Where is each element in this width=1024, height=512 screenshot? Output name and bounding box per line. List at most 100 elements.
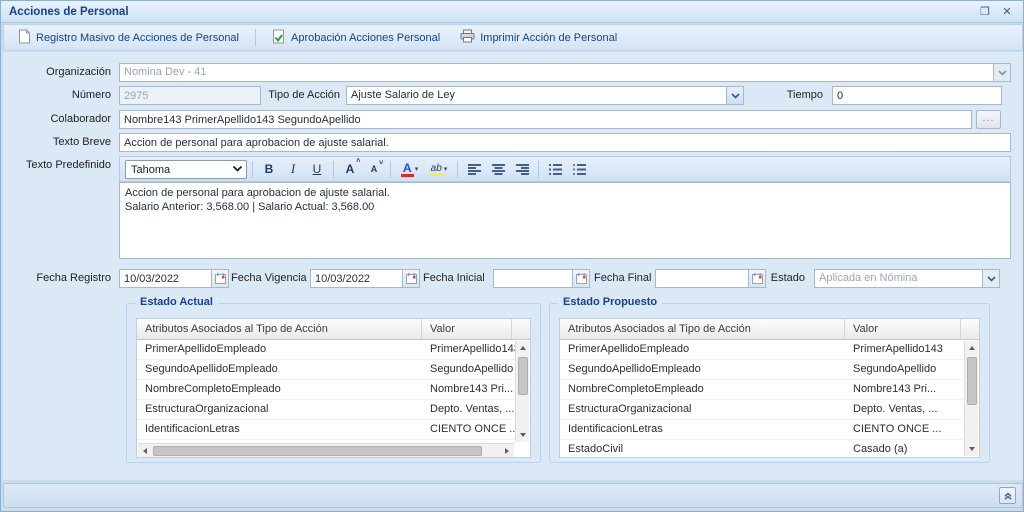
table-row[interactable]: IdentificacionLetras CIENTO ONCE ... <box>560 420 979 440</box>
underline-button[interactable]: U <box>306 159 328 180</box>
printer-icon <box>460 29 475 46</box>
chevron-down-icon <box>232 164 243 176</box>
column-header-spacer <box>961 319 979 339</box>
table-row[interactable]: SegundoApellidoEmpleado SegundoApellido <box>137 360 530 380</box>
editor-line: Salario Anterior: 3,568.00 | Salario Act… <box>125 200 1005 214</box>
fecha-inicial-input[interactable] <box>493 269 573 288</box>
acciones-personal-window: Acciones de Personal ❒ ✕ Registro Masivo… <box>0 0 1024 512</box>
scrollbar-thumb[interactable] <box>153 446 482 456</box>
estado-actual-title: Estado Actual <box>135 296 218 308</box>
fecha-vigencia-label: Fecha Vigencia <box>231 269 307 288</box>
grow-font-button[interactable]: A˄ <box>339 159 361 180</box>
richtext-editor-area[interactable]: Accion de personal para aprobacion de aj… <box>119 182 1011 259</box>
italic-button[interactable]: I <box>282 159 304 180</box>
approve-document-icon <box>272 29 286 47</box>
scroll-down-icon[interactable] <box>965 442 979 456</box>
scroll-up-icon[interactable] <box>516 341 530 355</box>
scroll-left-icon[interactable] <box>138 444 152 458</box>
table-row[interactable]: PrimerApellidoEmpleado PrimerApellido143 <box>560 340 979 360</box>
aprobacion-button[interactable]: Aprobación Acciones Personal <box>264 27 448 48</box>
collapse-panel-button[interactable] <box>999 487 1016 504</box>
estado-combo: Aplicada en Nómina <box>814 269 1000 288</box>
font-family-select[interactable]: Tahoma <box>125 160 247 179</box>
bullet-list-button[interactable] <box>568 159 590 180</box>
vertical-scrollbar[interactable] <box>964 341 978 456</box>
vertical-scrollbar[interactable] <box>515 341 529 442</box>
estado-propuesto-table: Atributos Asociados al Tipo de Acción Va… <box>559 318 980 458</box>
scrollbar-thumb[interactable] <box>967 357 977 405</box>
bold-button[interactable]: B <box>258 159 280 180</box>
editor-separator <box>333 161 334 178</box>
scroll-down-icon[interactable] <box>516 428 530 442</box>
fecha-vigencia-input[interactable] <box>310 269 403 288</box>
fecha-registro-input[interactable] <box>119 269 212 288</box>
fecha-inicial-calendar-button[interactable] <box>572 269 590 288</box>
colaborador-label: Colaborador <box>3 110 111 129</box>
column-header-atributos[interactable]: Atributos Asociados al Tipo de Acción <box>560 319 845 339</box>
font-color-swatch <box>401 174 414 177</box>
tipo-accion-combo[interactable]: Ajuste Salario de Ley <box>346 86 744 105</box>
font-color-button[interactable]: A ▾ <box>396 159 423 180</box>
estado-propuesto-groupbox: Estado Propuesto Atributos Asociados al … <box>549 303 990 463</box>
column-header-valor[interactable]: Valor <box>845 319 961 339</box>
bullet-list-icon <box>573 164 586 175</box>
calendar-icon <box>406 273 417 284</box>
align-center-icon <box>492 164 505 175</box>
estado-actual-table: Atributos Asociados al Tipo de Acción Va… <box>136 318 531 458</box>
calendar-icon <box>576 273 587 284</box>
colaborador-lookup-button[interactable]: ... <box>976 110 1001 129</box>
colaborador-input[interactable] <box>119 110 972 129</box>
tiempo-input[interactable] <box>832 86 1002 105</box>
texto-breve-input[interactable] <box>119 133 1011 152</box>
shrink-font-button[interactable]: A˅ <box>363 159 385 180</box>
table-row[interactable]: EstructuraOrganizacional Depto. Ventas, … <box>560 400 979 420</box>
align-left-button[interactable] <box>463 159 485 180</box>
editor-line: Accion de personal para aprobacion de aj… <box>125 186 1005 200</box>
table-row[interactable]: EstructuraOrganizacional Depto. Ventas, … <box>137 400 530 420</box>
registro-masivo-button[interactable]: Registro Masivo de Acciones de Personal <box>10 27 247 48</box>
texto-predefinido-label: Texto Predefinido <box>3 156 111 175</box>
align-center-button[interactable] <box>487 159 509 180</box>
maximize-icon[interactable]: ❒ <box>977 4 993 19</box>
richtext-toolbar: Tahoma B I U A˄ A˅ A <box>119 156 1011 182</box>
table-row[interactable]: SegundoApellidoEmpleado SegundoApellido <box>560 360 979 380</box>
footer-bar <box>3 483 1023 508</box>
scroll-right-icon[interactable] <box>500 444 514 458</box>
table-header: Atributos Asociados al Tipo de Acción Va… <box>560 319 979 340</box>
chevron-down-icon: ▾ <box>415 165 419 173</box>
align-right-button[interactable] <box>511 159 533 180</box>
column-header-spacer <box>512 319 530 339</box>
chevron-down-icon: ▾ <box>444 165 448 173</box>
numero-label: Número <box>3 86 111 105</box>
highlight-color-swatch <box>430 173 443 176</box>
fecha-inicial-label: Fecha Inicial <box>423 269 489 288</box>
window-title: Acciones de Personal <box>9 6 977 18</box>
table-row[interactable]: EstadoCivil Casado (a) <box>560 440 979 460</box>
estado-propuesto-title: Estado Propuesto <box>558 296 662 308</box>
column-header-atributos[interactable]: Atributos Asociados al Tipo de Acción <box>137 319 422 339</box>
estado-actual-groupbox: Estado Actual Atributos Asociados al Tip… <box>126 303 541 463</box>
double-chevron-up-icon <box>1003 491 1013 501</box>
table-row[interactable]: NombreCompletoEmpleado Nombre143 Pri... <box>560 380 979 400</box>
close-icon[interactable]: ✕ <box>999 4 1015 19</box>
highlight-color-button[interactable]: ab ▾ <box>425 159 452 180</box>
chevron-down-icon <box>993 64 1010 81</box>
editor-separator <box>538 161 539 178</box>
chevron-down-icon <box>982 270 999 287</box>
horizontal-scrollbar[interactable] <box>138 443 514 457</box>
fecha-vigencia-calendar-button[interactable] <box>402 269 420 288</box>
imprimir-button[interactable]: Imprimir Acción de Personal <box>452 27 625 48</box>
numbered-list-button[interactable] <box>544 159 566 180</box>
table-row[interactable]: PrimerApellidoEmpleado PrimerApellido143 <box>137 340 530 360</box>
new-document-icon <box>18 29 31 47</box>
column-header-valor[interactable]: Valor <box>422 319 512 339</box>
scrollbar-thumb[interactable] <box>518 357 528 395</box>
fecha-registro-calendar-button[interactable] <box>211 269 229 288</box>
scroll-up-icon[interactable] <box>965 341 979 355</box>
editor-separator <box>252 161 253 178</box>
fecha-final-label: Fecha Final <box>594 269 654 288</box>
table-row[interactable]: NombreCompletoEmpleado Nombre143 Pri... <box>137 380 530 400</box>
table-row[interactable]: IdentificacionLetras CIENTO ONCE ... <box>137 420 530 440</box>
numbered-list-icon <box>549 164 562 175</box>
align-right-icon <box>516 164 529 175</box>
